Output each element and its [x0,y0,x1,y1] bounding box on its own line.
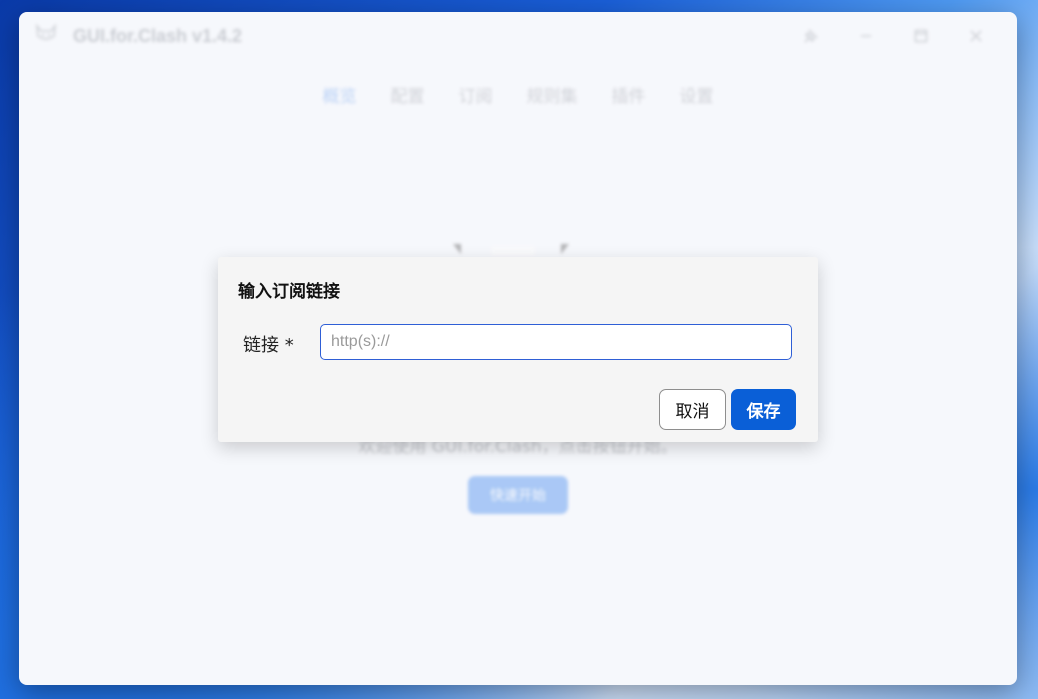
link-field-label: 链接 * [243,335,294,356]
dialog-title: 输入订阅链接 [238,282,340,302]
cancel-button[interactable]: 取消 [659,389,726,430]
link-input[interactable] [320,324,792,360]
app-window: GUI.for.Clash v1.4.2 概览 配置 订阅 规则集 插件 设置 [19,12,1017,685]
subscription-dialog: 输入订阅链接 链接 * 取消 保存 [218,257,818,442]
save-button[interactable]: 保存 [731,389,796,430]
